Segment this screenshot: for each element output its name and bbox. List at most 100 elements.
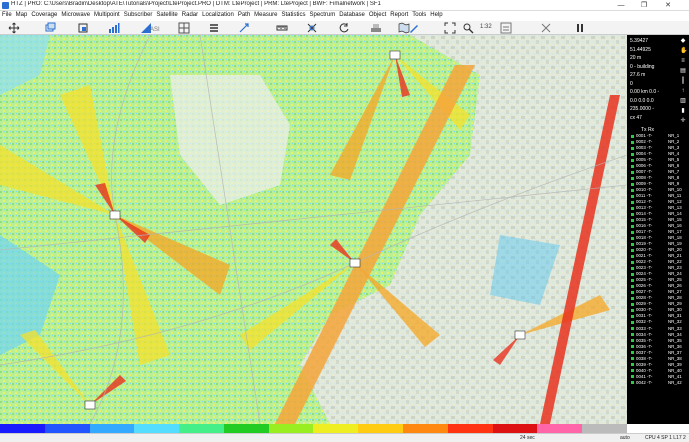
menu-item-localization[interactable]: Localization [200, 11, 236, 18]
crosshair-icon[interactable] [306, 22, 318, 34]
site-checkbox[interactable] [631, 152, 634, 156]
app-icon [2, 2, 9, 9]
pause-icon[interactable] [574, 22, 586, 34]
maximize-button[interactable]: ❐ [633, 0, 655, 11]
menu-item-database[interactable]: Database [337, 11, 367, 18]
draw-icon[interactable] [408, 22, 420, 34]
equals-icon[interactable]: ≡ [680, 58, 686, 64]
list-detail-icon[interactable]: ▤ [680, 68, 686, 74]
layers2-icon[interactable] [370, 22, 382, 34]
expand-icon[interactable] [444, 22, 456, 34]
minimize-button[interactable]: — [610, 0, 632, 11]
arrow-icon[interactable]: ↑ [680, 88, 686, 94]
print-icon[interactable] [500, 22, 512, 34]
move-icon[interactable] [8, 22, 20, 34]
site-checkbox[interactable] [631, 290, 634, 294]
menu-item-statistics[interactable]: Statistics [280, 11, 308, 18]
site-checkbox[interactable] [631, 206, 634, 210]
refresh-icon[interactable] [338, 22, 350, 34]
menu-item-report[interactable]: Report [388, 11, 410, 18]
bar-chart-icon[interactable] [108, 22, 120, 34]
menu-item-file[interactable]: File [0, 11, 14, 18]
legend-swatch [268, 424, 314, 433]
site-row[interactable]: 0042 -T- NR_42 [631, 380, 687, 386]
grid-icon[interactable] [178, 22, 190, 34]
site-checkbox[interactable] [631, 314, 634, 318]
site-checkbox[interactable] [631, 170, 634, 174]
site-checkbox[interactable] [631, 339, 634, 343]
site-checkbox[interactable] [631, 308, 634, 312]
site-checkbox[interactable] [631, 158, 634, 162]
hand-icon[interactable]: ✋ [680, 48, 687, 54]
menu-item-satellite[interactable]: Satellite [154, 11, 179, 18]
menu-item-microwave[interactable]: Microwave [59, 11, 92, 18]
menu-item-coverage[interactable]: Coverage [29, 11, 59, 18]
site-checkbox[interactable] [631, 320, 634, 324]
site-checkbox[interactable] [631, 236, 634, 240]
site-checkbox[interactable] [631, 369, 634, 373]
pan-icon[interactable] [238, 22, 250, 34]
crosshair-small-icon[interactable]: ✛ [680, 118, 686, 124]
site-checkbox[interactable] [631, 296, 634, 300]
site-checkbox[interactable] [631, 224, 634, 228]
zoom-in-icon[interactable] [77, 22, 89, 34]
site-checkbox[interactable] [631, 188, 634, 192]
search-icon[interactable] [462, 22, 474, 34]
menu-item-help[interactable]: Help [428, 11, 444, 18]
coverage-map[interactable] [0, 35, 627, 424]
compass-icon[interactable]: ◆ [680, 38, 686, 44]
readout-line: 0.0 0.0 0.0 [630, 97, 654, 104]
site-checkbox[interactable] [631, 375, 634, 379]
site-checkbox[interactable] [631, 266, 634, 270]
menu-item-tools[interactable]: Tools [410, 11, 428, 18]
site-checkbox[interactable] [631, 351, 634, 355]
level-icon[interactable]: ▥ [680, 98, 686, 104]
site-checkbox[interactable] [631, 272, 634, 276]
site-checkbox[interactable] [631, 278, 634, 282]
list-icon[interactable] [208, 22, 220, 34]
menu-item-spectrum[interactable]: Spectrum [308, 11, 338, 18]
legend-swatch [223, 424, 269, 433]
site-checkbox[interactable] [631, 134, 634, 138]
signal-legend [0, 424, 627, 433]
site-checkbox[interactable] [631, 248, 634, 252]
site-checkbox[interactable] [631, 146, 634, 150]
menu-item-map[interactable]: Map [14, 11, 30, 18]
ruler-icon[interactable] [276, 22, 288, 34]
menu-item-multipoint[interactable]: Multipoint [92, 11, 122, 18]
antenna-icon[interactable]: ASI [150, 22, 164, 34]
site-checkbox[interactable] [631, 212, 634, 216]
site-checkbox[interactable] [631, 327, 634, 330]
site-checkbox[interactable] [631, 200, 634, 204]
site-checkbox[interactable] [631, 242, 634, 246]
toolbar: ASI 1:32 [0, 21, 689, 35]
site-checkbox[interactable] [631, 230, 634, 234]
bars-icon[interactable]: ║ [680, 78, 686, 84]
vertical-bar-icon[interactable]: ▮ [680, 108, 686, 114]
menu-item-radar[interactable]: Radar [180, 11, 200, 18]
export-icon[interactable] [540, 22, 552, 34]
readout-line: 5.39427 [630, 38, 649, 44]
site-checkbox[interactable] [631, 176, 634, 180]
menu-item-object[interactable]: Object [367, 11, 388, 18]
menu-item-subscriber[interactable]: Subscriber [122, 11, 155, 18]
site-checkbox[interactable] [631, 333, 634, 337]
site-checkbox[interactable] [631, 254, 634, 258]
site-checkbox[interactable] [631, 260, 634, 264]
site-checkbox[interactable] [631, 302, 634, 306]
site-checkbox[interactable] [631, 357, 634, 361]
coverage-map-canvas[interactable] [0, 35, 627, 424]
site-checkbox[interactable] [631, 381, 634, 385]
site-checkbox[interactable] [631, 194, 634, 198]
site-checkbox[interactable] [631, 182, 634, 186]
site-checkbox[interactable] [631, 345, 634, 349]
site-checkbox[interactable] [631, 164, 634, 168]
site-checkbox[interactable] [631, 363, 634, 367]
site-checkbox[interactable] [631, 218, 634, 222]
site-checkbox[interactable] [631, 284, 634, 288]
close-button[interactable]: ✕ [657, 0, 679, 11]
site-checkbox[interactable] [631, 140, 634, 144]
menu-item-path[interactable]: Path [236, 11, 252, 18]
layers-icon[interactable] [44, 22, 56, 34]
menu-item-measure[interactable]: Measure [252, 11, 279, 18]
